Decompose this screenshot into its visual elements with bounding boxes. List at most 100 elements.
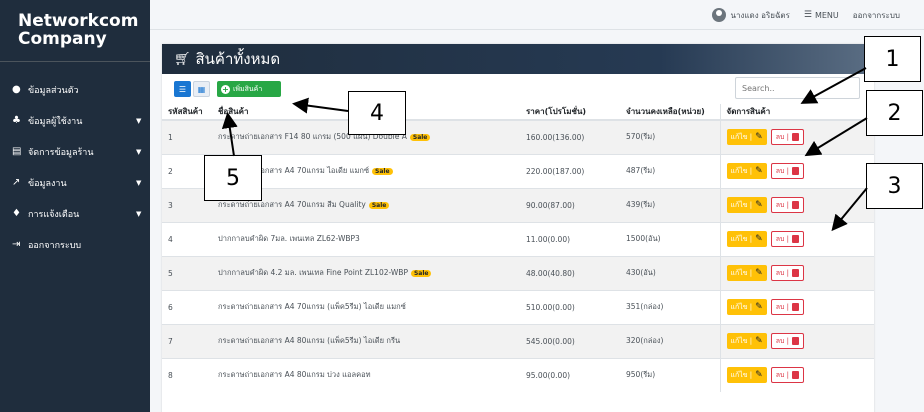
grid-icon: ▦ [197,84,206,94]
delete-button[interactable]: ลบ | [770,333,805,349]
edit-button[interactable]: แก้ไข | ✎ [726,163,767,179]
delete-label: ลบ | [775,268,790,277]
edit-button[interactable]: แก้ไข | ✎ [726,265,767,281]
list-view-button[interactable]: ☰ [174,81,191,97]
cell-manage: แก้ไข | ✎ ลบ | [719,289,874,324]
col-header-stock[interactable]: จำนวนคงเหลือ(หน่วย) [620,104,720,121]
table-header-row: รหัสสินค้า ชื่อสินค้า ราคา(โปรโมชั่น) จำ… [162,104,874,121]
cell-name: กระดาษถ่ายเอกสาร A4 70แกรม (แพ็ค5รีม) ไอ… [212,289,520,324]
trash-icon [792,337,800,345]
delete-label: ลบ | [775,370,790,379]
pencil-icon: ✎ [755,302,763,312]
grid-view-button[interactable]: ▦ [193,81,210,97]
table-row: 2 กระดาษถ่ายเอกสาร A4 70แกรม ไอเดีย แมกซ์… [162,153,874,188]
cell-id-text: 2 [168,166,173,176]
list-icon: ☰ [178,84,187,94]
table-row: 6 กระดาษถ่ายเอกสาร A4 70แกรม (แพ็ค5รีม) ไ… [162,289,874,324]
sidebar-item-5[interactable]: ⇥ ออกจากระบบ [0,229,150,260]
edit-button[interactable]: แก้ไข | ✎ [726,367,767,384]
sidebar-item-4[interactable]: ♦ การแจ้งเตือน ▼ [0,198,150,229]
products-table: รหัสสินค้า ชื่อสินค้า ราคา(โปรโมชั่น) จำ… [162,104,874,392]
cell-id: 4 [162,221,212,256]
sidebar-item-2[interactable]: ▤ จัดการข้อมูลร้าน ▼ [0,136,150,167]
delete-label: ลบ | [775,200,790,209]
edit-button[interactable]: แก้ไข | ✎ [726,129,767,146]
cell-stock-text: 950(รีม) [626,370,656,380]
sale-badge: Sale [368,202,390,209]
sidebar-item-0[interactable]: ● ข้อมูลส่วนตัว [0,74,150,105]
users-icon: ♣ [12,115,21,126]
cell-name-text: กระดาษถ่ายเอกสาร A4 80แกรม บ่วง แอลคอท [218,370,371,380]
col-header-manage: จัดการสินค้า [719,104,874,121]
add-product-button[interactable]: + เพิ่มสินค้า [217,81,281,97]
sidebar-item-1[interactable]: ♣ ข้อมูลผู้ใช้งาน ▼ [0,105,150,136]
cell-name: ปากกาลบคำผิด 4.2 มล. เพนเทล Fine Point Z… [212,255,520,290]
plus-circle-icon: + [221,84,230,94]
sidebar-item-label: ข้อมูลงาน [28,178,67,189]
caret-down-icon: ▼ [136,147,142,156]
col-header-id[interactable]: รหัสสินค้า [162,104,212,121]
cell-price: 510.00(0.00) [520,289,620,324]
trash-icon [792,303,800,311]
pencil-icon: ✎ [755,268,763,278]
table-row: 1 กระดาษถ่ายเอกสาร F14 80 แกรม (500 แผ่น)… [162,119,874,154]
cell-id-text: 1 [168,132,173,142]
sidebar-menu: ● ข้อมูลส่วนตัว ♣ ข้อมูลผู้ใช้งาน ▼ ▤ จัดการข้… [0,62,150,260]
delete-button[interactable]: ลบ | [770,367,805,384]
user-name[interactable]: นางแดง อริยฉัตร [730,9,789,22]
search-input[interactable] [735,77,860,99]
delete-button[interactable]: ลบ | [770,197,805,213]
bell-icon: ♦ [12,208,21,219]
delete-button[interactable]: ลบ | [770,231,805,247]
callout-1: 1 [864,36,921,82]
edit-button[interactable]: แก้ไข | ✎ [726,299,767,315]
cell-price-text: 510.00(0.00) [526,302,575,312]
delete-button[interactable]: ลบ | [770,265,805,281]
cell-price: 545.00(0.00) [520,323,620,358]
cell-name: ปากกาลบคำผิด 7มล. เพนเทล ZL62-WBP3 [212,221,520,256]
cell-name-text: ปากกาลบคำผิด 7มล. เพนเทล ZL62-WBP3 [218,234,360,243]
cell-name: กระดาษถ่ายเอกสาร A4 80แกรม บ่วง แอลคอท [212,357,520,392]
delete-label: ลบ | [775,166,790,175]
cell-manage: แก้ไข | ✎ ลบ | [719,357,874,392]
cell-stock: 950(รีม) [620,357,720,392]
callout-3: 3 [866,163,923,209]
delete-label: ลบ | [775,132,790,141]
edit-button[interactable]: แก้ไข | ✎ [726,231,767,247]
sidebar-item-label: ข้อมูลผู้ใช้งาน [28,116,83,127]
cell-name-text: กระดาษถ่ายเอกสาร A4 70แกรม (แพ็ค5รีม) ไอ… [218,302,406,311]
card-header: 🛒︎ สินค้าทั้งหมด [162,44,874,74]
cell-price: 48.00(40.80) [520,255,620,290]
brand[interactable]: Networkcom Company [0,0,150,62]
brand-name-line2: Company [18,29,107,49]
edit-button[interactable]: แก้ไข | ✎ [726,197,767,213]
cell-price-text: 545.00(0.00) [526,336,575,346]
cell-price: 11.00(0.00) [520,221,620,256]
top-navbar: นางแดง อริยฉัตร ☰ MENU ออกจากระบบ [150,0,924,30]
sidebar-item-label: ออกจากระบบ [28,240,82,251]
menu-button[interactable]: ☰ MENU [804,10,839,20]
file-icon: ▤ [12,146,22,157]
sidebar-item-label: จัดการข้อมูลร้าน [28,147,94,158]
sidebar-item-3[interactable]: ↗ ข้อมูลงาน ▼ [0,167,150,198]
edit-label: แก้ไข | [730,234,753,243]
caret-down-icon: ▼ [136,116,142,125]
delete-button[interactable]: ลบ | [770,129,805,146]
edit-label: แก้ไข | [730,166,753,175]
delete-button[interactable]: ลบ | [770,163,805,179]
callout-5: 5 [204,155,262,201]
col-header-price[interactable]: ราคา(โปรโมชั่น) [520,104,620,121]
edit-button[interactable]: แก้ไข | ✎ [726,333,767,349]
logout-link[interactable]: ออกจากระบบ [853,9,900,22]
cell-stock-text: 1500(อัน) [626,234,661,243]
trash-icon [792,371,800,380]
trash-icon [792,167,800,175]
cell-price-text: 90.00(87.00) [526,200,575,210]
cell-stock-text: 320(กล่อง) [626,336,664,345]
avatar[interactable] [712,8,727,22]
cell-id-text: 6 [168,302,173,312]
callout-2: 2 [866,90,923,136]
delete-button[interactable]: ลบ | [770,299,805,315]
edit-label: แก้ไข | [730,336,753,345]
delete-label: ลบ | [775,234,790,243]
